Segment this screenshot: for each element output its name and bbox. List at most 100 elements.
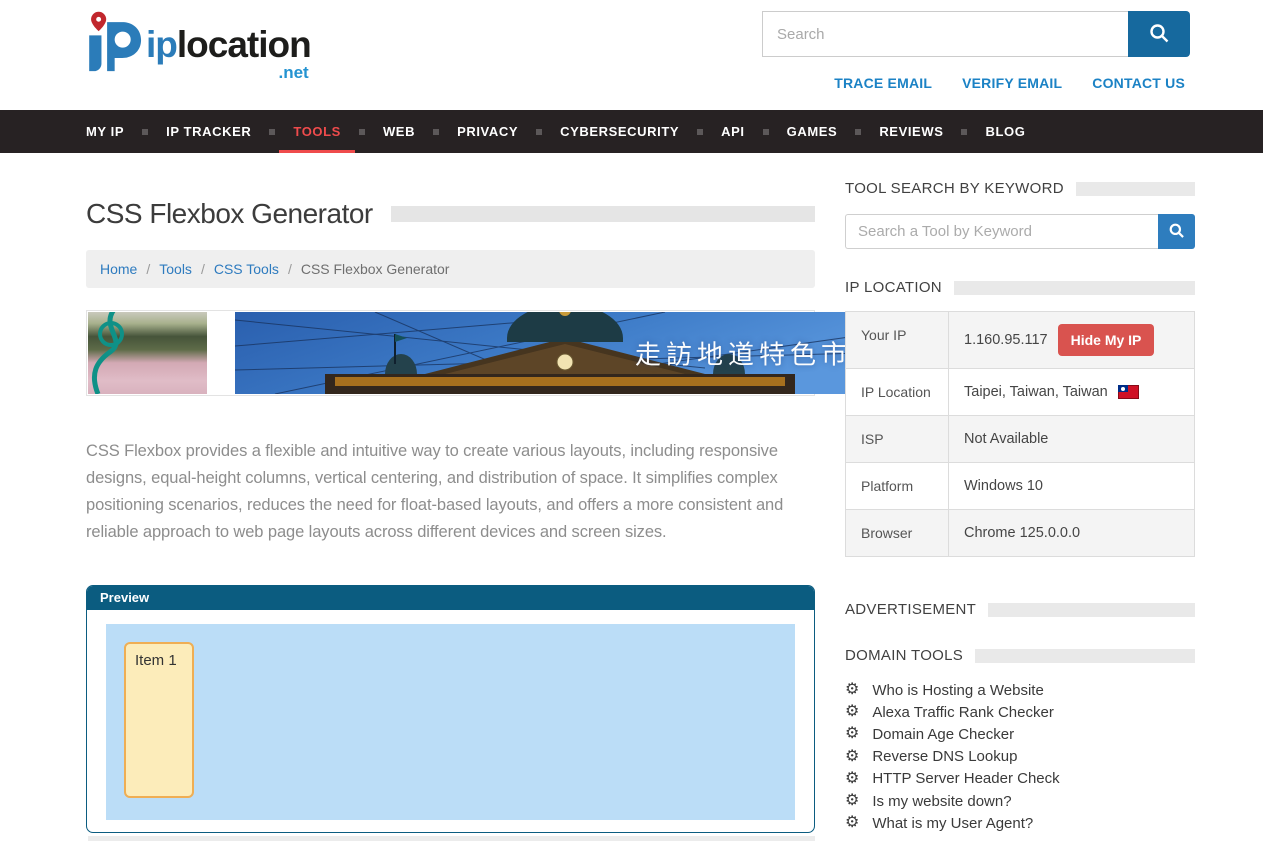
preview-panel-header: Preview bbox=[87, 586, 814, 610]
header-search-input[interactable] bbox=[762, 11, 1128, 57]
nav-item-blog[interactable]: BLOG bbox=[971, 110, 1039, 153]
ip-location-heading-row: IP LOCATION bbox=[845, 279, 1195, 296]
gear-icon: ⚙ bbox=[845, 704, 859, 720]
title-decoration-bar bbox=[391, 206, 815, 222]
iplocation-logo-icon bbox=[76, 8, 142, 79]
nav-item-privacy[interactable]: PRIVACY bbox=[443, 110, 532, 153]
row-value: Taipei, Taiwan, Taiwan bbox=[949, 369, 1194, 415]
advertisement-heading: ADVERTISEMENT bbox=[845, 601, 976, 618]
list-item-alexa-rank[interactable]: ⚙ Alexa Traffic Rank Checker bbox=[845, 701, 1195, 723]
ad-banner[interactable]: 走訪地道特色市集 ⓘ ✕ bbox=[86, 310, 815, 396]
table-row: Your IP 1.160.95.117 Hide My IP bbox=[846, 312, 1194, 369]
heading-decoration-bar bbox=[954, 281, 1195, 295]
tool-search-heading: TOOL SEARCH BY KEYWORD bbox=[845, 180, 1064, 197]
nav-separator bbox=[269, 129, 275, 135]
tool-search-heading-row: TOOL SEARCH BY KEYWORD bbox=[845, 180, 1195, 197]
nav-separator bbox=[359, 129, 365, 135]
tool-search-input[interactable] bbox=[845, 214, 1158, 249]
logo-tld-text: .net bbox=[146, 64, 311, 81]
list-item-reverse-dns[interactable]: ⚙ Reverse DNS Lookup bbox=[845, 746, 1195, 768]
taiwan-flag-icon bbox=[1118, 385, 1139, 399]
table-row: IP Location Taipei, Taiwan, Taiwan bbox=[846, 369, 1194, 416]
advertisement-heading-row: ADVERTISEMENT bbox=[845, 601, 1195, 618]
nav-separator bbox=[961, 129, 967, 135]
search-icon bbox=[1148, 22, 1170, 47]
breadcrumb-separator: / bbox=[146, 261, 150, 277]
ip-location-heading: IP LOCATION bbox=[845, 279, 942, 296]
nav-item-cybersecurity[interactable]: CYBERSECURITY bbox=[546, 110, 693, 153]
browser-value: Chrome 125.0.0.0 bbox=[949, 510, 1194, 556]
verify-email-link[interactable]: VERIFY EMAIL bbox=[962, 75, 1062, 91]
next-section-edge bbox=[88, 836, 815, 841]
gear-icon: ⚙ bbox=[845, 682, 859, 698]
list-item-http-header[interactable]: ⚙ HTTP Server Header Check bbox=[845, 768, 1195, 790]
page-title: CSS Flexbox Generator bbox=[86, 198, 373, 230]
table-row: Browser Chrome 125.0.0.0 bbox=[846, 510, 1194, 556]
domain-tools-heading: DOMAIN TOOLS bbox=[845, 647, 963, 664]
ip-location-value: Taipei, Taiwan, Taiwan bbox=[964, 384, 1108, 400]
list-item-who-is-hosting[interactable]: ⚙ Who is Hosting a Website bbox=[845, 679, 1195, 701]
domain-tools-heading-row: DOMAIN TOOLS bbox=[845, 647, 1195, 664]
nav-separator bbox=[697, 129, 703, 135]
nav-separator bbox=[142, 129, 148, 135]
nav-item-tools[interactable]: TOOLS bbox=[279, 110, 355, 153]
breadcrumb: Home / Tools / CSS Tools / CSS Flexbox G… bbox=[86, 250, 815, 288]
flex-preview-item[interactable]: Item 1 bbox=[124, 642, 194, 798]
domain-tools-list: ⚙ Who is Hosting a Website ⚙ Alexa Traff… bbox=[845, 679, 1195, 834]
heading-decoration-bar bbox=[988, 603, 1195, 617]
isp-value: Not Available bbox=[949, 416, 1194, 462]
breadcrumb-separator: / bbox=[288, 261, 292, 277]
contact-us-link[interactable]: CONTACT US bbox=[1092, 75, 1185, 91]
search-icon bbox=[1168, 222, 1185, 242]
list-item-website-down[interactable]: ⚙ Is my website down? bbox=[845, 790, 1195, 812]
title-row: CSS Flexbox Generator bbox=[86, 198, 815, 230]
row-label: Your IP bbox=[846, 312, 949, 368]
list-item-domain-age[interactable]: ⚙ Domain Age Checker bbox=[845, 723, 1195, 745]
gear-icon: ⚙ bbox=[845, 749, 859, 765]
row-label: IP Location bbox=[846, 369, 949, 415]
gear-icon: ⚙ bbox=[845, 815, 859, 831]
header-links: TRACE EMAIL VERIFY EMAIL CONTACT US bbox=[834, 75, 1185, 91]
tool-description: CSS Flexbox provides a flexible and intu… bbox=[86, 438, 798, 546]
logo-ip-text: ip bbox=[146, 24, 177, 65]
nav-separator bbox=[433, 129, 439, 135]
trace-email-link[interactable]: TRACE EMAIL bbox=[834, 75, 932, 91]
table-row: ISP Not Available bbox=[846, 416, 1194, 463]
gear-icon: ⚙ bbox=[845, 726, 859, 742]
heading-decoration-bar bbox=[975, 649, 1195, 663]
nav-item-games[interactable]: GAMES bbox=[773, 110, 852, 153]
preview-panel: Preview Item 1 bbox=[86, 585, 815, 833]
ad-left-image bbox=[88, 312, 207, 394]
breadcrumb-css-tools[interactable]: CSS Tools bbox=[214, 261, 279, 277]
breadcrumb-current: CSS Flexbox Generator bbox=[301, 261, 450, 277]
nav-item-reviews[interactable]: REVIEWS bbox=[865, 110, 957, 153]
your-ip-value: 1.160.95.117 bbox=[964, 332, 1048, 348]
heading-decoration-bar bbox=[1076, 182, 1195, 196]
hide-my-ip-button[interactable]: Hide My IP bbox=[1058, 324, 1155, 356]
nav-item-api[interactable]: API bbox=[707, 110, 758, 153]
header-search bbox=[762, 11, 1190, 57]
row-value: 1.160.95.117 Hide My IP bbox=[949, 312, 1194, 368]
breadcrumb-home[interactable]: Home bbox=[100, 261, 137, 277]
nav-separator bbox=[763, 129, 769, 135]
table-row: Platform Windows 10 bbox=[846, 463, 1194, 510]
nav-item-my-ip[interactable]: MY IP bbox=[72, 110, 138, 153]
site-header: iplocation .net TRACE EMAIL VERIFY EMAIL… bbox=[0, 0, 1263, 110]
nav-separator bbox=[536, 129, 542, 135]
gear-icon: ⚙ bbox=[845, 771, 859, 787]
list-item-user-agent[interactable]: ⚙ What is my User Agent? bbox=[845, 812, 1195, 834]
breadcrumb-tools[interactable]: Tools bbox=[159, 261, 192, 277]
nav-item-web[interactable]: WEB bbox=[369, 110, 429, 153]
header-search-button[interactable] bbox=[1128, 11, 1190, 57]
row-label: Browser bbox=[846, 510, 949, 556]
nav-item-ip-tracker[interactable]: IP TRACKER bbox=[152, 110, 265, 153]
nav-separator bbox=[855, 129, 861, 135]
site-logo[interactable]: iplocation .net bbox=[76, 8, 311, 81]
ad-main-image: 走訪地道特色市集 ⓘ ✕ bbox=[235, 312, 899, 394]
main-content: CSS Flexbox Generator Home / Tools / CSS… bbox=[86, 153, 815, 840]
preview-panel-body: Item 1 bbox=[87, 610, 814, 833]
tool-search-button[interactable] bbox=[1158, 214, 1195, 249]
flex-preview-container: Item 1 bbox=[106, 624, 795, 820]
main-nav: MY IP IP TRACKER TOOLS WEB PRIVACY CYBER… bbox=[0, 110, 1263, 153]
ip-location-table: Your IP 1.160.95.117 Hide My IP IP Locat… bbox=[845, 311, 1195, 557]
